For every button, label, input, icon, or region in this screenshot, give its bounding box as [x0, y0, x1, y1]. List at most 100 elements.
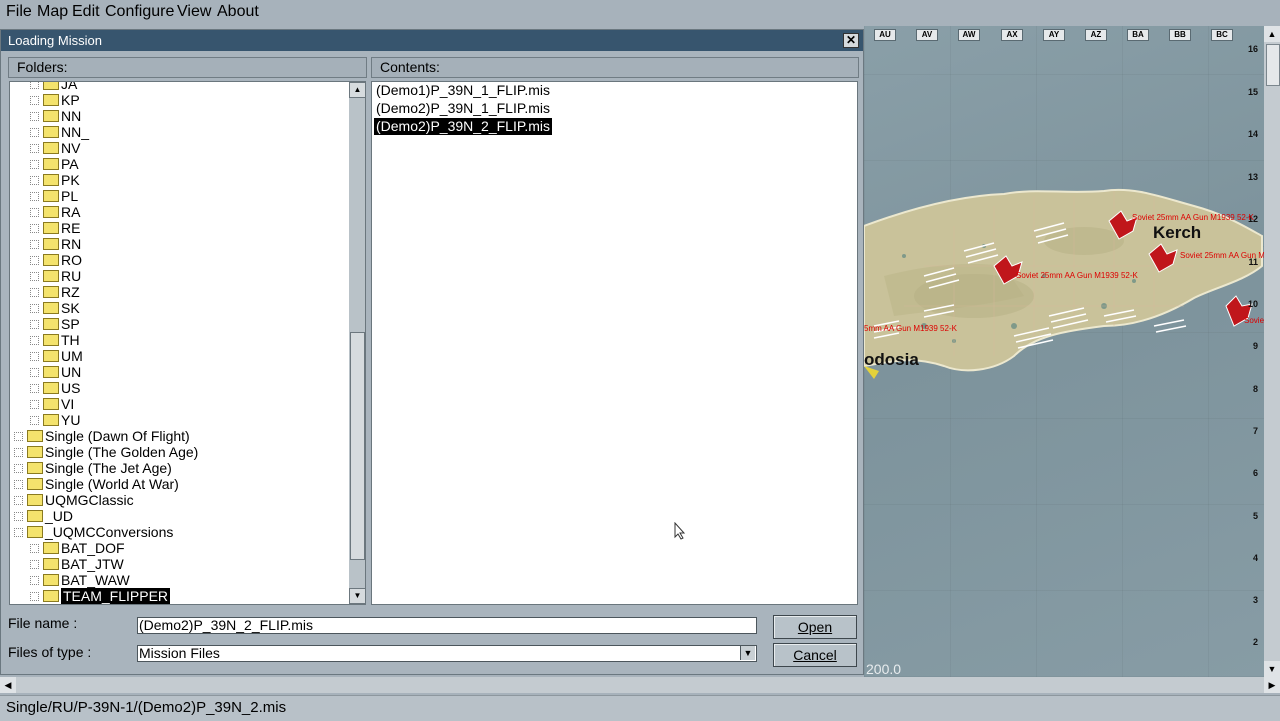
folder-item[interactable]: UQMGClassic	[14, 492, 134, 508]
tree-expander-icon[interactable]	[30, 288, 39, 297]
content-item[interactable]: (Demo1)P_39N_1_FLIP.mis	[374, 82, 552, 99]
folder-item[interactable]: SK	[30, 300, 80, 316]
folder-item[interactable]: PK	[30, 172, 80, 188]
folder-item[interactable]: NV	[30, 140, 80, 156]
tree-expander-icon[interactable]	[30, 384, 39, 393]
mission-map[interactable]: AU AV AW AX AY AZ BA BB BC 16 15 14 13 1…	[864, 26, 1264, 677]
map-horizontal-scrollbar[interactable]: ◀ ▶	[0, 677, 1280, 693]
folder-item[interactable]: RO	[30, 252, 82, 268]
tree-expander-icon[interactable]	[30, 112, 39, 121]
tree-expander-icon[interactable]	[14, 496, 23, 505]
tree-expander-icon[interactable]	[14, 512, 23, 521]
folder-tree[interactable]: JA KP NN NN_ NV PA PK PL RA RE RN RO RU RZ SK SP TH UM UN U…	[9, 81, 366, 605]
folder-item[interactable]: _UQMCConversions	[14, 524, 173, 540]
folder-item[interactable]: RE	[30, 220, 80, 236]
tree-expander-icon[interactable]	[30, 208, 39, 217]
tree-expander-icon[interactable]	[30, 272, 39, 281]
tree-expander-icon[interactable]	[30, 128, 39, 137]
scroll-up-icon[interactable]: ▲	[1264, 26, 1280, 42]
close-icon[interactable]: ✕	[843, 33, 859, 48]
tree-expander-icon[interactable]	[30, 368, 39, 377]
folder-item[interactable]: KP	[30, 92, 80, 108]
tree-expander-icon[interactable]	[14, 480, 23, 489]
folder-item[interactable]: BAT_WAW	[30, 572, 130, 588]
scroll-thumb[interactable]	[1266, 44, 1280, 86]
map-vertical-scrollbar[interactable]: ▲ ▼	[1264, 26, 1280, 677]
tree-expander-icon[interactable]	[30, 144, 39, 153]
folder-item[interactable]: US	[30, 380, 80, 396]
folder-item[interactable]: Single (The Jet Age)	[14, 460, 172, 476]
folder-item[interactable]: JA	[30, 82, 77, 92]
folder-tree-scrollbar[interactable]: ▲ ▼	[349, 82, 365, 604]
folder-item[interactable]: BAT_JTW	[30, 556, 124, 572]
folder-icon	[43, 398, 59, 411]
tree-expander-icon[interactable]	[30, 160, 39, 169]
folder-item[interactable]: SP	[30, 316, 80, 332]
tree-expander-icon[interactable]	[14, 528, 23, 537]
tree-expander-icon[interactable]	[30, 416, 39, 425]
cancel-button[interactable]: Cancel	[773, 643, 857, 667]
folder-item[interactable]: RA	[30, 204, 80, 220]
tree-expander-icon[interactable]	[30, 576, 39, 585]
folder-item-selected[interactable]: TEAM_FLIPPER	[30, 588, 171, 604]
folder-item[interactable]: NN	[30, 108, 81, 124]
folder-item[interactable]: RZ	[30, 284, 80, 300]
tree-expander-icon[interactable]	[30, 304, 39, 313]
content-item[interactable]: (Demo2)P_39N_1_FLIP.mis	[374, 100, 552, 117]
tree-expander-icon[interactable]	[30, 544, 39, 553]
scroll-left-icon[interactable]: ◀	[0, 677, 16, 693]
folder-item[interactable]: RN	[30, 236, 81, 252]
folder-item[interactable]: _UD	[14, 508, 73, 524]
tree-expander-icon[interactable]	[14, 464, 23, 473]
tree-expander-icon[interactable]	[30, 336, 39, 345]
tree-expander-icon[interactable]	[30, 82, 39, 89]
folder-item[interactable]: PA	[30, 156, 79, 172]
scroll-right-icon[interactable]: ▶	[1264, 677, 1280, 693]
tree-expander-icon[interactable]	[30, 400, 39, 409]
folder-item[interactable]: BAT_DOF	[30, 540, 125, 556]
folder-icon	[43, 558, 59, 571]
tree-expander-icon[interactable]	[30, 240, 39, 249]
folder-icon	[27, 478, 43, 491]
open-button[interactable]: Open	[773, 615, 857, 639]
chevron-down-icon[interactable]: ▼	[740, 646, 755, 660]
menu-configure[interactable]: Configure	[105, 2, 174, 22]
scroll-down-icon[interactable]: ▼	[349, 588, 365, 604]
menu-file[interactable]: File	[6, 2, 32, 22]
tree-expander-icon[interactable]	[14, 432, 23, 441]
folder-item[interactable]: YU	[30, 412, 80, 428]
folder-item[interactable]: RU	[30, 268, 81, 284]
folder-item[interactable]: Single (Dawn Of Flight)	[14, 428, 190, 444]
dialog-title-bar[interactable]: Loading Mission ✕	[1, 30, 863, 51]
folder-item[interactable]: PL	[30, 188, 78, 204]
tree-expander-icon[interactable]	[30, 560, 39, 569]
tree-expander-icon[interactable]	[30, 192, 39, 201]
file-type-select[interactable]: Mission Files ▼	[137, 645, 757, 662]
tree-expander-icon[interactable]	[14, 448, 23, 457]
tree-expander-icon[interactable]	[30, 320, 39, 329]
folder-item[interactable]: Single (World At War)	[14, 476, 179, 492]
tree-expander-icon[interactable]	[30, 592, 39, 601]
tree-expander-icon[interactable]	[30, 256, 39, 265]
menu-view[interactable]: View	[177, 2, 211, 22]
scroll-thumb[interactable]	[350, 332, 365, 560]
folder-item[interactable]: NN_	[30, 124, 89, 140]
folder-item[interactable]: UN	[30, 364, 81, 380]
scroll-up-icon[interactable]: ▲	[349, 82, 365, 98]
contents-list[interactable]: (Demo1)P_39N_1_FLIP.mis (Demo2)P_39N_1_F…	[371, 81, 858, 605]
folder-item[interactable]: Single (The Golden Age)	[14, 444, 199, 460]
menu-about[interactable]: About	[217, 2, 259, 22]
menu-edit[interactable]: Edit	[72, 2, 100, 22]
folder-item[interactable]: UM	[30, 348, 83, 364]
tree-expander-icon[interactable]	[30, 224, 39, 233]
folder-item[interactable]: TH	[30, 332, 80, 348]
content-item-selected[interactable]: (Demo2)P_39N_2_FLIP.mis	[374, 118, 553, 135]
folder-label: Single (The Golden Age)	[45, 444, 199, 460]
tree-expander-icon[interactable]	[30, 176, 39, 185]
scroll-down-icon[interactable]: ▼	[1264, 661, 1280, 677]
tree-expander-icon[interactable]	[30, 352, 39, 361]
menu-map[interactable]: Map	[37, 2, 68, 22]
tree-expander-icon[interactable]	[30, 96, 39, 105]
file-name-field[interactable]: (Demo2)P_39N_2_FLIP.mis	[137, 617, 757, 634]
folder-item[interactable]: VI	[30, 396, 74, 412]
